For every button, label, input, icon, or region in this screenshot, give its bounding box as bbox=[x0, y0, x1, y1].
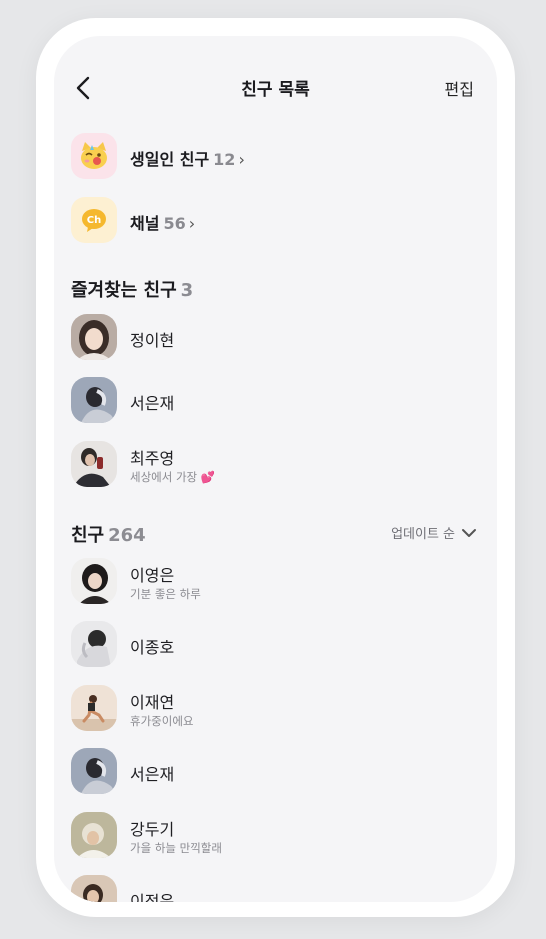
friend-name: 최주영 bbox=[130, 449, 175, 468]
friends-section-title: 친구 264 bbox=[71, 521, 146, 547]
sort-label: 업데이트 순 bbox=[391, 527, 455, 542]
avatar bbox=[71, 748, 117, 794]
list-item-friend[interactable]: 강두기 가을 하늘 만끽할래 bbox=[71, 812, 479, 860]
avatar bbox=[71, 441, 117, 487]
friend-status-message: 세상에서 가장 💕 bbox=[130, 470, 216, 484]
list-item-favorite[interactable]: 최주영 세상에서 가장 💕 bbox=[71, 441, 479, 489]
birthday-label: 생일인 친구 bbox=[130, 150, 210, 169]
chevron-down-icon bbox=[462, 528, 476, 537]
favorites-count: 3 bbox=[180, 280, 194, 301]
channel-count: 56 bbox=[163, 214, 186, 233]
avatar bbox=[71, 812, 117, 858]
friend-name: 서은재 bbox=[130, 765, 175, 784]
friend-name: 이재연 bbox=[130, 693, 175, 712]
friend-list-screen: 친구 목록 편집 생일인 친구 12 › Ch 채널 56 › 즐겨찾는 친구 … bbox=[54, 36, 497, 902]
birthday-cake-cat-icon bbox=[81, 142, 107, 169]
friend-name: 강두기 bbox=[130, 820, 175, 839]
friend-name: 정이현 bbox=[130, 331, 175, 350]
friend-name: 이영은 bbox=[130, 566, 175, 585]
list-item-favorite[interactable]: 서은재 bbox=[71, 377, 479, 425]
avatar bbox=[71, 558, 117, 604]
list-item-friend[interactable]: 이영은 기분 좋은 하루 bbox=[71, 558, 479, 606]
favorites-section-title: 즐겨찾는 친구 3 bbox=[71, 276, 193, 302]
list-item-friend[interactable]: 이종호 bbox=[71, 621, 479, 669]
svg-text:Ch: Ch bbox=[87, 215, 101, 226]
list-item-friend[interactable]: 서은재 bbox=[71, 748, 479, 796]
chevron-right-icon: › bbox=[238, 150, 245, 169]
birthday-friends-link[interactable]: 생일인 친구 12 › bbox=[71, 133, 471, 183]
avatar bbox=[71, 875, 117, 902]
edit-button[interactable]: 편집 bbox=[445, 76, 474, 100]
friend-name: 이종호 bbox=[130, 638, 175, 657]
friends-count: 264 bbox=[108, 525, 146, 546]
friend-status-message: 기분 좋은 하루 bbox=[130, 587, 201, 601]
top-bar: 친구 목록 편집 bbox=[54, 70, 497, 106]
friends-title: 친구 bbox=[71, 525, 105, 546]
birthday-tile bbox=[71, 133, 117, 179]
chevron-right-icon: › bbox=[188, 214, 196, 233]
favorites-title: 즐겨찾는 친구 bbox=[71, 280, 177, 301]
avatar bbox=[71, 314, 117, 360]
channel-ch-icon: Ch bbox=[82, 209, 106, 232]
channel-tile: Ch bbox=[71, 197, 117, 243]
list-item-friend[interactable]: 이재연 휴가중이에요 bbox=[71, 685, 479, 733]
friend-name: 서은재 bbox=[130, 394, 175, 413]
channel-link[interactable]: Ch 채널 56 › bbox=[71, 197, 471, 247]
avatar bbox=[71, 621, 117, 667]
avatar bbox=[71, 685, 117, 731]
list-item-favorite[interactable]: 정이현 bbox=[71, 314, 479, 362]
phone-frame: 친구 목록 편집 생일인 친구 12 › Ch 채널 56 › 즐겨찾는 친구 … bbox=[36, 18, 515, 917]
list-item-friend[interactable]: 이정은 bbox=[71, 875, 479, 902]
friend-name: 이정은 bbox=[130, 892, 175, 902]
avatar bbox=[71, 377, 117, 423]
channel-label: 채널 bbox=[130, 214, 160, 233]
page-title: 친구 목록 bbox=[241, 80, 310, 100]
birthday-count: 12 bbox=[213, 150, 236, 169]
friend-status-message: 가을 하늘 만끽할래 bbox=[130, 841, 222, 855]
sort-dropdown[interactable]: 업데이트 순 bbox=[391, 523, 477, 542]
friend-status-message: 휴가중이에요 bbox=[130, 714, 194, 728]
